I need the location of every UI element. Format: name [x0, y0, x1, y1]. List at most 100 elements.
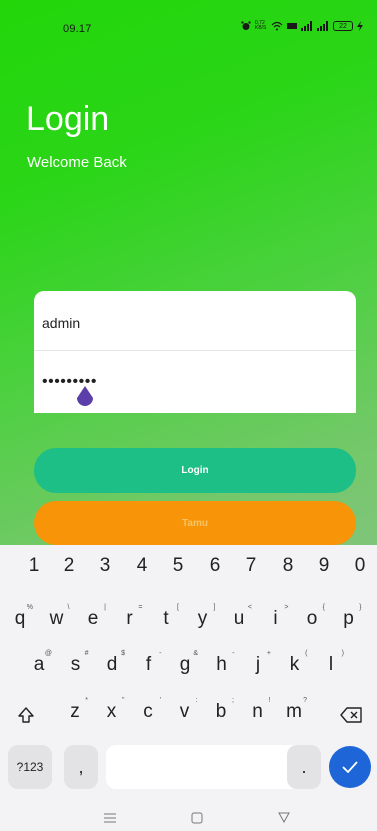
username-field[interactable]: admin — [34, 291, 356, 351]
login-form-card: admin ••••••••• — [34, 291, 356, 413]
key-hint: = — [138, 604, 143, 611]
wifi-icon — [271, 21, 283, 31]
key-8[interactable]: 8 — [276, 555, 300, 577]
letter-row-1: q% w \ e | r = t[y] u < i > o{p} — [0, 602, 377, 642]
login-button[interactable]: Login — [34, 448, 356, 493]
key-label: f — [145, 654, 152, 675]
key-hint: > — [284, 604, 289, 611]
key-f[interactable]: f- — [134, 650, 164, 676]
key-hint: ( — [305, 650, 308, 657]
key-4[interactable]: 4 — [130, 555, 154, 577]
key-0[interactable]: 0 — [348, 555, 372, 577]
letter-row-2: a @ s # d $ f - g & h - j + k(l) — [0, 648, 377, 688]
key-hint: { — [322, 604, 325, 611]
key-hint: @ — [44, 650, 52, 657]
key-hint: \ — [67, 604, 70, 611]
text-cursor-handle[interactable] — [76, 386, 94, 408]
key-v[interactable]: v: — [170, 697, 200, 723]
key-a[interactable]: a @ — [24, 650, 54, 676]
key-q[interactable]: q% — [5, 604, 35, 630]
key-hint: ? — [303, 697, 307, 704]
key-x[interactable]: x " — [97, 697, 127, 723]
key-w[interactable]: w \ — [42, 604, 72, 630]
key-i[interactable]: i > — [261, 604, 291, 630]
key-hint: ' — [159, 697, 161, 704]
key-j[interactable]: j + — [243, 650, 273, 676]
key-label: k — [289, 654, 300, 675]
guest-button[interactable]: Tamu — [34, 501, 356, 545]
key-e[interactable]: e | — [78, 604, 108, 630]
key-o[interactable]: o{ — [297, 604, 327, 630]
check-icon — [342, 761, 358, 773]
key-p[interactable]: p} — [334, 604, 364, 630]
key-label: n — [252, 701, 263, 722]
back-icon[interactable] — [278, 812, 290, 823]
signal-icon-1 — [301, 21, 313, 31]
backspace-key[interactable] — [330, 695, 372, 735]
key-r[interactable]: r = — [115, 604, 145, 630]
key-g[interactable]: g & — [170, 650, 200, 676]
key-7[interactable]: 7 — [239, 555, 263, 577]
key-label: h — [216, 654, 227, 675]
key-label: t — [163, 608, 169, 629]
navigation-bar — [0, 805, 377, 831]
key-n[interactable]: n! — [243, 697, 273, 723]
key-5[interactable]: 5 — [166, 555, 190, 577]
key-hint: % — [26, 604, 33, 611]
key-hint: ] — [213, 604, 216, 611]
status-bar: 09.17 0,72 KB/S 22 — [0, 0, 377, 35]
comma-key[interactable]: , — [64, 745, 98, 789]
key-m[interactable]: m? — [279, 697, 309, 723]
key-k[interactable]: k( — [280, 650, 310, 676]
letter-row-3: z * x " c ' v: b; n! m? — [0, 695, 377, 735]
key-label: v — [179, 701, 190, 722]
key-hint: ! — [268, 697, 271, 704]
key-c[interactable]: c ' — [133, 697, 163, 723]
period-key[interactable]: . — [287, 745, 321, 789]
key-label: y — [197, 608, 208, 629]
signal-icon-2 — [317, 21, 329, 31]
key-h[interactable]: h- — [207, 650, 237, 676]
app-screen: 09.17 0,72 KB/S 22 Login Welcome Back ad… — [0, 0, 377, 545]
enter-key[interactable] — [329, 746, 371, 788]
status-time: 09.17 — [63, 23, 92, 35]
key-u[interactable]: u < — [224, 604, 254, 630]
key-hint: " — [122, 697, 125, 704]
key-t[interactable]: t[ — [151, 604, 181, 630]
key-6[interactable]: 6 — [203, 555, 227, 577]
key-label: u — [233, 608, 245, 629]
key-hint: < — [247, 604, 252, 611]
key-z[interactable]: z * — [60, 697, 90, 723]
key-label: w — [49, 608, 64, 629]
key-y[interactable]: y] — [188, 604, 218, 630]
key-hint: & — [193, 650, 198, 657]
key-label: b — [215, 701, 227, 722]
username-value: admin — [42, 315, 81, 331]
key-hint: - — [232, 650, 235, 657]
home-icon[interactable] — [191, 812, 203, 824]
key-hint: # — [84, 650, 89, 657]
key-d[interactable]: d $ — [97, 650, 127, 676]
symbols-key[interactable]: ?123 — [8, 745, 52, 789]
menu-icon[interactable] — [104, 813, 116, 823]
key-hint: : — [195, 697, 198, 704]
key-1[interactable]: 1 — [22, 555, 46, 577]
backspace-icon — [340, 707, 362, 723]
key-label: z — [70, 701, 80, 722]
charging-icon — [357, 21, 363, 31]
key-s[interactable]: s # — [61, 650, 91, 676]
key-hint: * — [85, 697, 88, 704]
key-l[interactable]: l) — [316, 650, 346, 676]
key-label: q — [14, 608, 26, 629]
key-3[interactable]: 3 — [93, 555, 117, 577]
key-label: s — [70, 654, 81, 675]
key-label: x — [106, 701, 117, 722]
key-label: p — [343, 608, 354, 629]
key-2[interactable]: 2 — [57, 555, 81, 577]
key-9[interactable]: 9 — [312, 555, 336, 577]
soft-keyboard: 1 2 3 4 5 6 7 8 9 0 q% w \ e | r = t[y] u < i > o{p}… — [0, 545, 377, 831]
welcome-subtitle: Welcome Back — [27, 154, 127, 171]
key-b[interactable]: b; — [206, 697, 236, 723]
key-label: e — [87, 608, 99, 629]
shift-key[interactable] — [5, 695, 47, 735]
